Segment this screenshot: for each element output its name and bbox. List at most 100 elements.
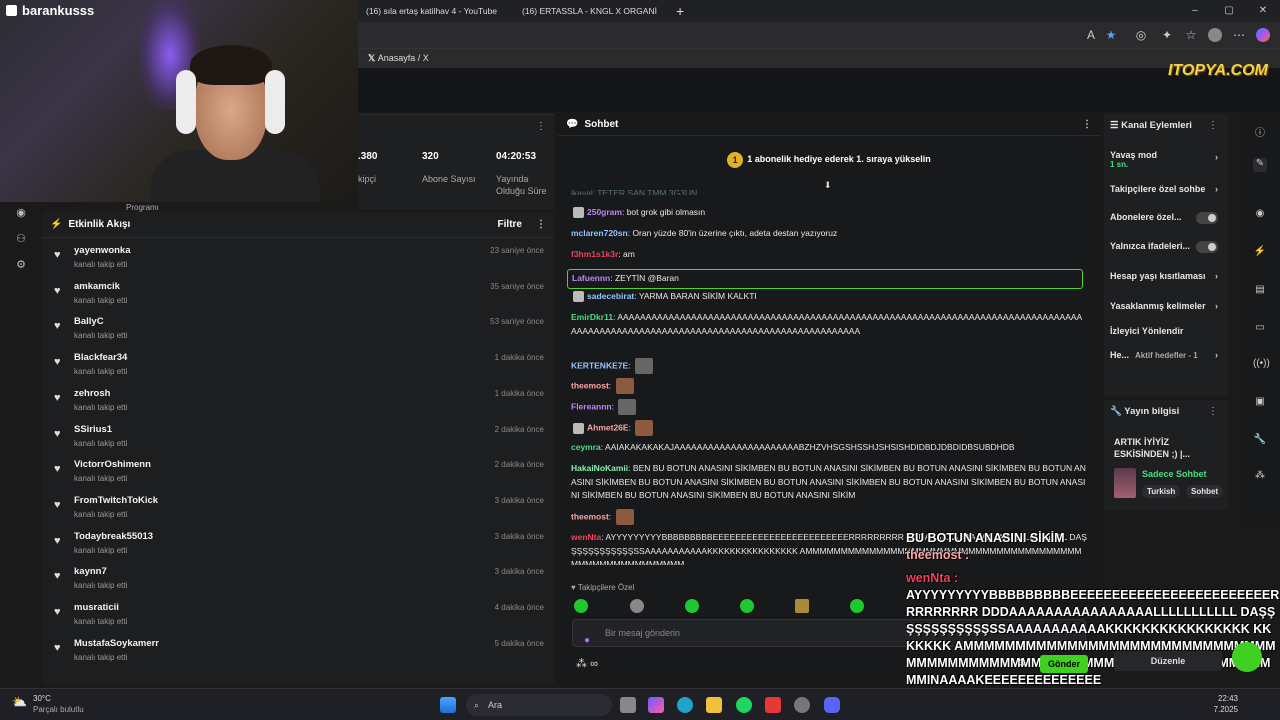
menu-icon[interactable]: ⋯ — [1232, 28, 1246, 42]
info-icon[interactable]: ⓘ — [1253, 124, 1267, 139]
activity-item[interactable]: ♥ amkamcik kanalı takip etti 35 saniye önce — [42, 276, 554, 312]
tab-youtube-2[interactable]: (16) ERTASSLA - KNGL X ORGANİ × — [508, 1, 668, 21]
emote-icon[interactable] — [850, 599, 864, 613]
maximize-button[interactable]: ▢ — [1212, 0, 1246, 22]
settings-icon[interactable]: ⚙ — [1017, 658, 1026, 669]
puzzle-icon[interactable]: ✦ — [1160, 28, 1174, 42]
minimize-button[interactable]: – — [1178, 0, 1212, 22]
channel-action-item[interactable]: Takipçilere özel sohbe › — [1110, 184, 1222, 198]
chat-username[interactable]: theemost — [571, 511, 609, 521]
activity-item[interactable]: ♥ Todaybreak55013 kanalı takip etti 3 dakik… — [42, 526, 554, 562]
activity-item[interactable]: ♥ VictorrOshimenn kanalı takip etti 2 dakik… — [42, 454, 554, 490]
channel-action-item[interactable]: Abonelere özel... — [1110, 212, 1222, 226]
close-window-button[interactable]: ✕ — [1246, 0, 1280, 22]
chat-username[interactable]: sadecebirat — [587, 291, 634, 301]
chat-username[interactable]: theemost — [571, 380, 609, 390]
settings-icon[interactable]: ⚙ — [14, 258, 28, 272]
task-view-icon[interactable] — [620, 697, 636, 713]
send-button[interactable]: Gönder — [1040, 655, 1088, 673]
extensions-icon[interactable]: ◎ — [1134, 28, 1148, 42]
filter-button[interactable]: Filtre — [498, 219, 522, 230]
discord-icon[interactable] — [824, 697, 840, 713]
follower-name[interactable]: amkamcik — [74, 281, 120, 292]
channel-action-item[interactable]: Hesap yaşı kısıtlaması › — [1110, 271, 1222, 285]
steam-icon[interactable] — [794, 697, 810, 713]
chat-username[interactable]: ceymra — [571, 442, 601, 452]
file-explorer-icon[interactable] — [706, 697, 722, 713]
emote-icon[interactable] — [795, 599, 809, 613]
chat-username[interactable]: Ahmet26E — [587, 422, 629, 432]
activity-item[interactable]: ♥ kaynn7 kanalı takip etti 3 dakika önce — [42, 561, 554, 597]
copilot-icon[interactable] — [648, 697, 664, 713]
edit-icon[interactable]: ✎ — [1253, 158, 1267, 172]
more-icon[interactable]: ⋮ — [1082, 119, 1092, 130]
bookmark-x[interactable]: 𝕏 Anasayfa / X — [368, 53, 429, 64]
users-icon[interactable]: ⁂ — [1253, 470, 1267, 484]
users-icon[interactable]: ⁂ — [576, 658, 587, 670]
mic-icon[interactable]: ● — [584, 628, 590, 654]
edge-icon[interactable] — [677, 697, 693, 713]
activity-item[interactable]: ♥ SSirius1 kanalı takip etti 2 dakika önce — [42, 419, 554, 455]
channel-action-item[interactable]: İzleyici Yönlendir — [1110, 326, 1222, 340]
activity-item[interactable]: ♥ musraticii kanalı takip etti 4 dakika önc… — [42, 597, 554, 633]
emote-icon[interactable] — [740, 599, 754, 613]
more-icon[interactable]: ⋮ — [1208, 120, 1218, 131]
star-icon[interactable]: ★ — [1104, 28, 1118, 42]
follower-name[interactable]: Todaybreak55013 — [74, 531, 153, 542]
more-icon[interactable]: ⋮ — [1208, 406, 1218, 417]
infinity-icon[interactable]: ∞ — [590, 658, 598, 670]
app-icon[interactable] — [765, 697, 781, 713]
favorites-icon[interactable]: ☆ — [1184, 28, 1198, 42]
document-icon[interactable]: ▤ — [1253, 284, 1267, 298]
emote-icon[interactable] — [685, 599, 699, 613]
spotify-icon[interactable] — [736, 697, 752, 713]
activity-item[interactable]: ♥ FromTwitchToKick kanalı takip etti 3 daki… — [42, 490, 554, 526]
green-action-icon[interactable] — [1232, 642, 1262, 672]
activity-item[interactable]: ♥ MustafaSoykamerr kanalı takip etti 5 daki… — [42, 633, 554, 669]
follower-name[interactable]: Blackfear34 — [74, 352, 127, 363]
chat-username[interactable]: Lafuennn — [572, 273, 610, 283]
follower-name[interactable]: FromTwitchToKick — [74, 495, 158, 506]
tab-youtube-1[interactable]: (16) sıla ertaş katilhav 4 - YouTube × — [352, 1, 510, 21]
chat-username[interactable]: 250gram — [587, 207, 622, 217]
activity-item[interactable]: ♥ zehrosh kanalı takip etti 1 dakika önce — [42, 383, 554, 419]
channel-action-item[interactable]: He... Aktif hedefler - 1 › — [1110, 350, 1222, 364]
channel-action-item[interactable]: Yasaklanmış kelimeler › — [1110, 301, 1222, 315]
channel-action-item[interactable]: Yavaş mod 1 sn. › — [1110, 150, 1222, 176]
chat-username[interactable]: wenNta — [571, 532, 601, 542]
chat-username[interactable]: Flereannn — [571, 401, 612, 411]
tag-turkish[interactable]: Turkish — [1142, 485, 1181, 498]
follower-name[interactable]: BallyC — [74, 316, 104, 327]
follower-name[interactable]: yayenwonka — [74, 245, 131, 256]
follower-name[interactable]: zehrosh — [74, 388, 110, 399]
camera-icon[interactable]: ◉ — [1253, 208, 1267, 222]
profile-icon[interactable] — [1208, 28, 1222, 42]
chat-username[interactable]: mclaren720sn — [571, 228, 628, 238]
camera-icon[interactable]: ◉ — [14, 206, 28, 220]
chat-username[interactable]: KERTENKE7E — [571, 360, 628, 370]
activity-item[interactable]: ♥ Blackfear34 kanalı takip etti 1 dakika ön… — [42, 347, 554, 383]
activity-item[interactable]: ♥ yayenwonka kanalı takip etti 23 saniye ön… — [42, 240, 554, 276]
edit-button[interactable]: Düzenle — [1114, 651, 1222, 671]
channel-action-item[interactable]: Yalnızca ifadeleri... — [1110, 241, 1222, 255]
more-icon[interactable]: ⋮ — [536, 219, 546, 230]
emote-icon[interactable] — [630, 599, 644, 613]
toggle-switch[interactable] — [1196, 241, 1218, 253]
chat-username[interactable]: EmirDkr11 — [571, 312, 613, 322]
copilot-icon[interactable] — [1256, 28, 1270, 42]
chat-username[interactable]: f3hm1s1k3r — [571, 249, 618, 259]
follower-name[interactable]: SSirius1 — [74, 424, 112, 435]
new-tab-button[interactable]: + — [668, 1, 692, 21]
more-icon[interactable]: ⋮ — [536, 121, 546, 132]
activity-item[interactable]: ♥ BallyC kanalı takip etti 53 saniye önce — [42, 311, 554, 347]
tag-sohbet[interactable]: Sohbet — [1186, 485, 1224, 498]
follower-name[interactable]: VictorrOshimenn — [74, 459, 151, 470]
category-name[interactable]: Sadece Sohbet — [1142, 469, 1207, 479]
chat-icon[interactable]: ▭ — [1253, 322, 1267, 336]
pinned-gift-banner[interactable]: 11 abonelik hediye ederek 1. sıraya yüks… — [558, 144, 1100, 174]
layout-icon[interactable]: ▣ — [1253, 396, 1267, 410]
read-aloud-icon[interactable]: A — [1084, 28, 1098, 42]
bolt-icon[interactable]: ⚡ — [1253, 246, 1267, 260]
follower-name[interactable]: kaynn7 — [74, 566, 107, 577]
chat-username[interactable]: HakaiNoKamii — [571, 463, 628, 473]
